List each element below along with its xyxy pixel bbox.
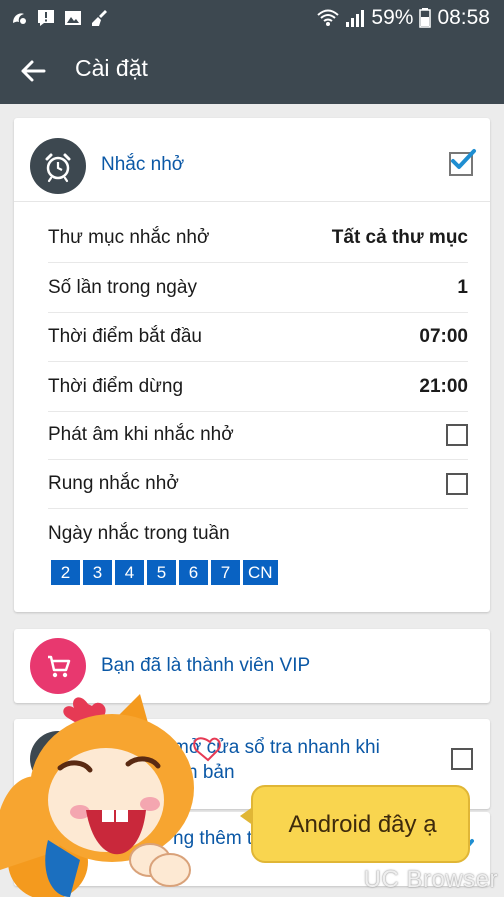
- quick-window-checkbox[interactable]: [451, 748, 473, 770]
- setting-row-sound[interactable]: Phát âm khi nhắc nhở: [48, 410, 468, 460]
- image-icon: [65, 11, 81, 25]
- weekday-chips: 2 3 4 5 6 7 CN: [51, 560, 278, 585]
- setting-row-weekdays: Ngày nhắc trong tuần: [48, 509, 468, 559]
- setting-value: 07:00: [419, 326, 468, 347]
- cart-icon: [30, 638, 86, 694]
- clock: 08:58: [437, 6, 490, 29]
- sound-checkbox[interactable]: [446, 424, 468, 446]
- setting-label: Thời điểm dừng: [48, 376, 184, 397]
- weekday-chip[interactable]: 5: [147, 560, 176, 585]
- weekday-chip[interactable]: 3: [83, 560, 112, 585]
- page-title: Cài đặt: [75, 55, 148, 81]
- reminder-header[interactable]: Nhắc nhở: [14, 118, 490, 202]
- setting-label: Rung nhắc nhở: [48, 473, 179, 494]
- weekday-chip[interactable]: 7: [211, 560, 240, 585]
- setting-label: Phát âm khi nhắc nhở: [48, 424, 234, 445]
- battery-icon: [419, 8, 432, 28]
- weekday-chip[interactable]: 2: [51, 560, 80, 585]
- setting-value: 1: [457, 277, 468, 298]
- weekday-chip[interactable]: CN: [243, 560, 278, 585]
- reminder-enabled-checkbox[interactable]: [449, 149, 476, 176]
- signal-icon: [346, 10, 365, 27]
- wifi-icon: [317, 9, 340, 26]
- setting-value: Tất cả thư mục: [331, 227, 468, 248]
- setting-value: 21:00: [419, 376, 468, 397]
- uc-browser-icon: [13, 13, 26, 24]
- setting-row-start-time[interactable]: Thời điểm bắt đầu 07:00: [48, 312, 468, 362]
- uc-browser-watermark: UC Browser: [363, 866, 498, 893]
- broom-icon: [92, 10, 107, 26]
- reminder-card: Nhắc nhở Thư mục nhắc nhở Tất cả thư mục…: [14, 118, 490, 612]
- setting-label: Số lần trong ngày: [48, 277, 197, 298]
- setting-label: Thời điểm bắt đầu: [48, 326, 202, 347]
- vibrate-checkbox[interactable]: [446, 473, 468, 495]
- weekday-chip[interactable]: 6: [179, 560, 208, 585]
- setting-row-stop-time[interactable]: Thời điểm dừng 21:00: [48, 362, 468, 412]
- check-icon: [451, 149, 476, 169]
- vip-label: Bạn đã là thành viên VIP: [101, 655, 311, 676]
- setting-row-folder[interactable]: Thư mục nhắc nhở Tất cả thư mục: [48, 213, 468, 263]
- weekday-chip[interactable]: 4: [115, 560, 144, 585]
- reminder-title: Nhắc nhở: [101, 154, 185, 175]
- setting-row-times-per-day[interactable]: Số lần trong ngày 1: [48, 263, 468, 313]
- setting-label: Thư mục nhắc nhở: [48, 227, 210, 248]
- system-status: 59% 08:58: [317, 6, 490, 30]
- status-bar: 59% 08:58: [0, 0, 504, 36]
- weekdays-label: Ngày nhắc trong tuần: [48, 523, 230, 544]
- speech-bubble-text: Android đây ạ: [288, 811, 437, 838]
- speech-bubble: Android đây ạ: [251, 785, 470, 863]
- notification-icons: [10, 9, 109, 27]
- arrow-left-icon[interactable]: [18, 56, 48, 86]
- alert-icon: [38, 10, 54, 26]
- setting-row-vibrate[interactable]: Rung nhắc nhở: [48, 459, 468, 509]
- app-bar: Cài đặt: [0, 36, 504, 104]
- uc-mascot-illustration: [0, 694, 221, 897]
- alarm-clock-icon: [30, 138, 86, 194]
- battery-percent: 59%: [371, 6, 414, 29]
